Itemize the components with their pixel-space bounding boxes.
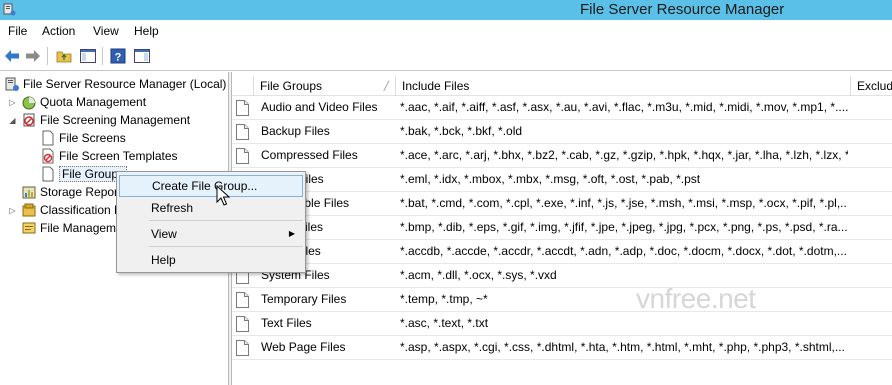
include-files-value: *.bak, *.bck, *.bkf, *.old bbox=[400, 124, 523, 138]
collapsed-chevron-icon[interactable]: ▷ bbox=[8, 206, 17, 215]
mouse-cursor-icon bbox=[216, 184, 231, 210]
file-group-name: Web Page Files bbox=[261, 340, 346, 354]
window-title: File Server Resource Manager bbox=[580, 1, 785, 18]
table-row[interactable]: Executable Files*.bat, *.cmd, *.com, *.c… bbox=[232, 192, 892, 216]
menu-bar: File Action View Help bbox=[0, 20, 892, 42]
sort-ascending-icon: ╱ bbox=[383, 81, 389, 91]
title-bar: File Server Resource Manager bbox=[0, 0, 892, 20]
menu-help[interactable]: Help bbox=[134, 24, 159, 38]
tree-file-screens[interactable]: File Screens bbox=[40, 129, 126, 147]
action-pane-icon[interactable] bbox=[133, 47, 151, 65]
create-file-group-menu-item[interactable]: Create File Group... bbox=[119, 175, 303, 197]
tree-screening[interactable]: ◢ File Screening Management bbox=[8, 111, 190, 129]
include-files-value: *.temp, *.tmp, ~* bbox=[400, 292, 488, 306]
menu-view[interactable]: View bbox=[93, 24, 119, 38]
menu-file[interactable]: File bbox=[8, 24, 27, 38]
watermark: vnfree.net bbox=[636, 283, 756, 314]
file-group-icon bbox=[40, 166, 56, 182]
screening-icon bbox=[21, 112, 37, 128]
table-row[interactable]: Text Files *.asc, *.text, *.txt bbox=[232, 312, 892, 336]
list-header: File Groups ╱ Include Files Exclude File… bbox=[232, 76, 892, 96]
column-header-exclude-files[interactable]: Exclude Files bbox=[851, 76, 892, 96]
collapsed-chevron-icon[interactable]: ▷ bbox=[8, 98, 17, 107]
menu-action[interactable]: Action bbox=[42, 24, 75, 38]
table-row[interactable]: Office Files*.accdb, *.accde, *.accdr, *… bbox=[232, 240, 892, 264]
file-group-name: Compressed Files bbox=[261, 148, 358, 162]
file-group-name: Temporary Files bbox=[261, 292, 347, 306]
include-files-value: *.asp, *.aspx, *.cgi, *.css, *.dhtml, *.… bbox=[400, 340, 845, 354]
file-group-row-icon bbox=[236, 148, 249, 164]
menu-separator bbox=[149, 246, 303, 247]
tree-root[interactable]: File Server Resource Manager (Local) bbox=[4, 75, 226, 93]
back-arrow-icon[interactable] bbox=[3, 47, 21, 65]
help-icon[interactable]: ? bbox=[109, 47, 127, 65]
file-management-icon bbox=[21, 220, 37, 236]
file-screen-icon bbox=[40, 130, 56, 146]
menu-separator bbox=[149, 220, 303, 221]
table-row[interactable]: Image Files*.bmp, *.dib, *.eps, *.gif, *… bbox=[232, 216, 892, 240]
up-folder-icon[interactable] bbox=[55, 47, 73, 65]
refresh-menu-item[interactable]: Refresh bbox=[119, 197, 303, 219]
include-files-value: *.aac, *.aif, *.aiff, *.asf, *.asx, *.au… bbox=[400, 100, 848, 114]
file-group-row-icon bbox=[236, 100, 249, 116]
forward-arrow-icon[interactable] bbox=[24, 47, 42, 65]
file-group-row-icon bbox=[236, 316, 249, 332]
file-group-name: Audio and Video Files bbox=[261, 100, 378, 114]
file-group-row-icon bbox=[236, 124, 249, 140]
table-row[interactable]: Compressed Files *.ace, *.arc, *.arj, *.b… bbox=[232, 144, 892, 168]
file-group-row-icon bbox=[236, 340, 249, 356]
server-icon bbox=[4, 76, 20, 92]
file-groups-list: File Groups ╱ Include Files Exclude File… bbox=[232, 72, 892, 385]
column-header-file-groups[interactable]: File Groups ╱ bbox=[254, 76, 396, 96]
column-header-include-files[interactable]: Include Files bbox=[396, 76, 851, 96]
include-files-value: *.bat, *.cmd, *.com, *.cpl, *.exe, *.inf… bbox=[400, 196, 848, 210]
include-files-value: *.acm, *.dll, *.ocx, *.sys, *.vxd bbox=[400, 268, 557, 282]
include-files-value: *.eml, *.idx, *.mbox, *.mbx, *.msg, *.of… bbox=[400, 172, 701, 186]
quota-icon bbox=[21, 94, 37, 110]
include-files-value: *.asc, *.text, *.txt bbox=[400, 316, 489, 330]
table-row[interactable]: Audio and Video Files *.aac, *.aif, *.aif… bbox=[232, 96, 892, 120]
svg-text:?: ? bbox=[115, 52, 122, 64]
table-row[interactable]: E-mail Files*.eml, *.idx, *.mbox, *.mbx,… bbox=[232, 168, 892, 192]
expanded-chevron-icon[interactable]: ◢ bbox=[8, 116, 17, 125]
tree-file-groups[interactable]: File Groups bbox=[40, 165, 128, 183]
toolbar: ? bbox=[0, 42, 892, 71]
show-hide-tree-icon[interactable] bbox=[79, 47, 97, 65]
server-app-icon bbox=[3, 3, 16, 16]
include-files-value: *.accdb, *.accde, *.accdr, *.accdt, *.ad… bbox=[400, 244, 847, 258]
view-menu-item[interactable]: View ▶ bbox=[119, 223, 303, 245]
icon-column-header bbox=[232, 76, 254, 96]
table-row[interactable]: Web Page Files *.asp, *.aspx, *.cgi, *.cs… bbox=[232, 336, 892, 360]
classification-icon bbox=[21, 202, 37, 218]
tree-quota[interactable]: ▷ Quota Management bbox=[8, 93, 146, 111]
storage-report-icon bbox=[21, 184, 37, 200]
tree-templates[interactable]: File Screen Templates bbox=[40, 147, 178, 165]
toolbar-separator bbox=[47, 47, 48, 65]
file-group-name: Backup Files bbox=[261, 124, 330, 138]
include-files-value: *.bmp, *.dib, *.eps, *.gif, *.img, *.jfi… bbox=[400, 220, 848, 234]
file-group-row-icon bbox=[236, 292, 249, 308]
table-row[interactable]: Temporary Files *.temp, *.tmp, ~* bbox=[232, 288, 892, 312]
table-row[interactable]: System Files *.acm, *.dll, *.ocx, *.sys, … bbox=[232, 264, 892, 288]
file-group-name: Text Files bbox=[261, 316, 312, 330]
submenu-arrow-icon: ▶ bbox=[288, 229, 295, 238]
toolbar-separator bbox=[102, 47, 103, 65]
help-menu-item[interactable]: Help bbox=[119, 249, 303, 271]
include-files-value: *.ace, *.arc, *.arj, *.bhx, *.bz2, *.cab… bbox=[400, 148, 848, 162]
context-menu: Create File Group... Refresh View ▶ Help bbox=[116, 171, 306, 273]
template-icon bbox=[40, 148, 56, 164]
table-row[interactable]: Backup Files *.bak, *.bck, *.bkf, *.old bbox=[232, 120, 892, 144]
